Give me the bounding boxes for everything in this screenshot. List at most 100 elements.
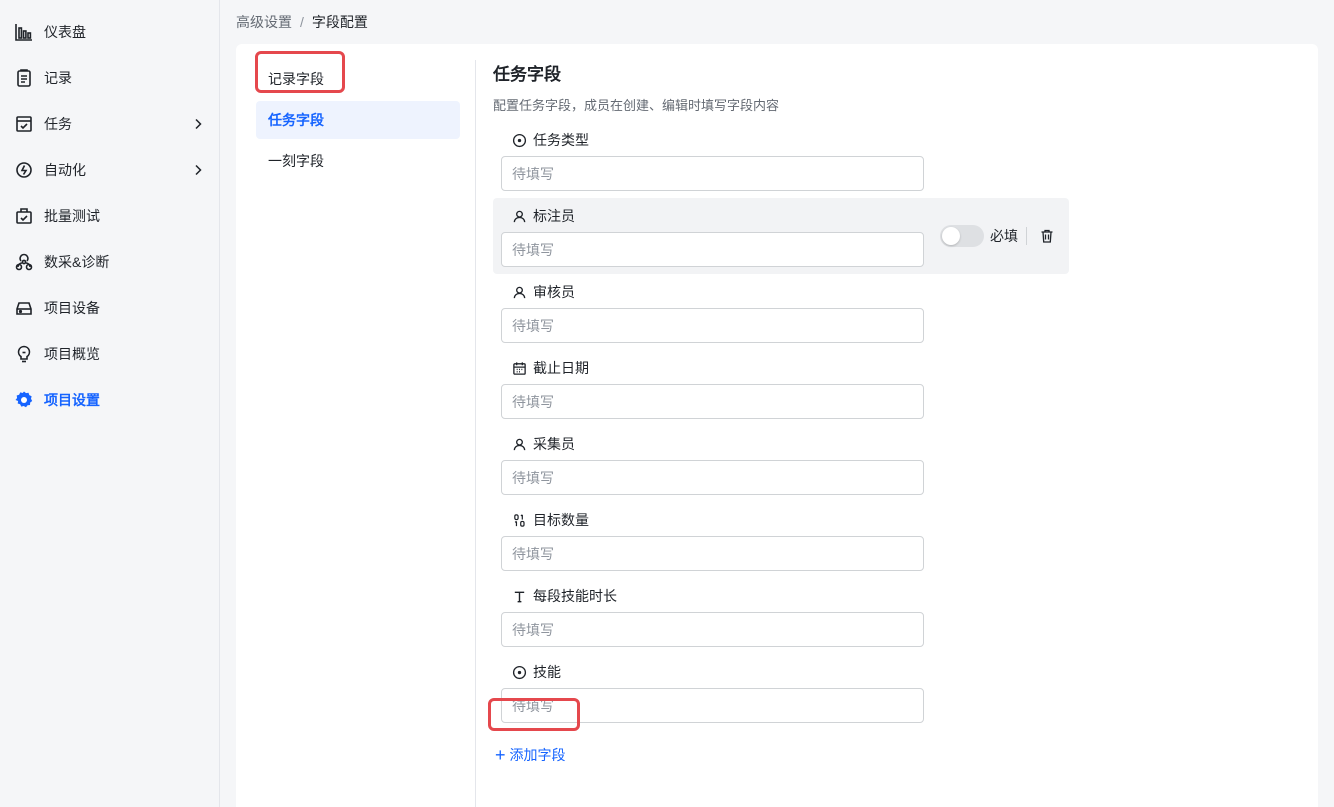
radio-icon — [511, 664, 527, 680]
main-area: 高级设置 / 字段配置 记录字段 任务字段 一刻字段 任务字段 配置任务字段，成员在… — [220, 0, 1334, 807]
field-input[interactable]: 待填写 — [501, 612, 924, 647]
sidebar-item-label: 项目概览 — [44, 346, 100, 362]
subnav-item-2[interactable]: 一刻字段 — [256, 142, 460, 180]
field-input[interactable]: 待填写 — [501, 688, 924, 723]
sidebar-item-label: 批量测试 — [44, 208, 100, 224]
breadcrumb-parent[interactable]: 高级设置 — [236, 12, 292, 32]
sidebar-item-label: 项目设置 — [44, 392, 100, 408]
required-toggle[interactable] — [940, 225, 984, 247]
field-input-placeholder: 待填写 — [512, 165, 554, 182]
field-input[interactable]: 待填写 — [501, 308, 924, 343]
page-title: 任务字段 — [493, 65, 561, 84]
radiation-icon — [14, 252, 34, 272]
field-label-text: 截止日期 — [533, 360, 589, 376]
sidebar-item-label: 数采&诊断 — [44, 254, 110, 270]
field-label-text: 采集员 — [533, 436, 575, 452]
field-label-text: 目标数量 — [533, 512, 589, 528]
field-label-text: 每段技能时长 — [533, 588, 617, 604]
field-input[interactable]: 待填写 — [501, 156, 924, 191]
field-label: 审核员 — [501, 280, 1061, 304]
sidebar-item-label: 任务 — [44, 116, 72, 132]
breadcrumb: 高级设置 / 字段配置 — [236, 0, 1318, 44]
field-type-nav: 记录字段 任务字段 一刻字段 — [256, 60, 476, 807]
field-label: 目标数量 — [501, 508, 1061, 532]
automation-icon — [14, 160, 34, 180]
field-input-placeholder: 待填写 — [512, 317, 554, 334]
bulb-icon — [14, 344, 34, 364]
batch-test-icon — [14, 206, 34, 226]
breadcrumb-current: 字段配置 — [311, 14, 368, 30]
radio-icon — [511, 132, 527, 148]
required-label: 必填 — [990, 228, 1018, 244]
add-field-button[interactable]: + 添加字段 — [493, 740, 1293, 770]
chart-bar-icon — [14, 22, 34, 42]
sidebar-item-label: 记录 — [44, 70, 72, 86]
field-label-text: 审核员 — [533, 284, 575, 300]
subnav-item-0[interactable]: 记录字段 — [256, 60, 460, 98]
field-input-placeholder: 待填写 — [512, 469, 554, 486]
field-input[interactable]: 待填写 — [501, 384, 924, 419]
sidebar-item-3[interactable]: 自动化 — [0, 150, 219, 190]
add-field-label: 添加字段 — [509, 747, 566, 763]
sidebar-item-5[interactable]: 数采&诊断 — [0, 242, 219, 282]
field-row[interactable]: 任务类型待填写 — [493, 122, 1069, 198]
sidebar-item-6[interactable]: 项目设备 — [0, 288, 219, 328]
sidebar-item-2[interactable]: 任务 — [0, 104, 219, 144]
task-box-icon — [14, 114, 34, 134]
toggle-knob — [942, 227, 960, 245]
field-input-placeholder: 待填写 — [512, 545, 554, 562]
field-label: 采集员 — [501, 432, 1061, 456]
sidebar-item-4[interactable]: 批量测试 — [0, 196, 219, 236]
field-label-text: 任务类型 — [533, 132, 589, 148]
text-icon — [511, 588, 527, 604]
field-row[interactable]: 截止日期待填写 — [493, 350, 1069, 426]
field-input[interactable]: 待填写 — [501, 460, 924, 495]
field-label: 技能 — [501, 660, 1061, 684]
sidebar-item-label: 项目设备 — [44, 300, 100, 316]
field-label: 截止日期 — [501, 356, 1061, 380]
sidebar-item-8[interactable]: 项目设置 — [0, 380, 219, 420]
field-list: 任务类型 待填写 标注员 待填写 必填 审核员 待填写 截止日期 待填写 采集员 待填写 目标数量 待填… — [493, 122, 1293, 730]
clipboard-icon — [14, 68, 34, 88]
field-input[interactable]: 待填写 — [501, 536, 924, 571]
field-row[interactable]: 目标数量待填写 — [493, 502, 1069, 578]
field-input-placeholder: 待填写 — [512, 621, 554, 638]
sidebar-item-0[interactable]: 仪表盘 — [0, 12, 219, 52]
field-input-placeholder: 待填写 — [512, 697, 554, 714]
field-config-panel: 任务字段 配置任务字段，成员在创建、编辑时填写字段内容 任务类型 待填写 标注员 待填… — [493, 60, 1293, 770]
app-root: 仪表盘记录任务自动化批量测试数采&诊断项目设备项目概览项目设置 高级设置 / 字… — [0, 0, 1334, 807]
gear-icon — [14, 390, 34, 410]
plus-icon: + — [495, 745, 506, 765]
chevron-right-icon[interactable] — [191, 163, 205, 177]
field-label-text: 标注员 — [533, 208, 575, 224]
chevron-right-icon[interactable] — [191, 117, 205, 131]
field-label: 每段技能时长 — [501, 584, 1061, 608]
settings-card: 记录字段 任务字段 一刻字段 任务字段 配置任务字段，成员在创建、编辑时填写字段内容… — [236, 44, 1318, 807]
field-input-placeholder: 待填写 — [512, 241, 554, 258]
sidebar-item-label: 自动化 — [44, 162, 86, 178]
action-divider — [1026, 227, 1027, 245]
sidebar-item-label: 仪表盘 — [44, 24, 86, 40]
sidebar-item-1[interactable]: 记录 — [0, 58, 219, 98]
sidebar: 仪表盘记录任务自动化批量测试数采&诊断项目设备项目概览项目设置 — [0, 0, 220, 807]
calendar-icon — [511, 360, 527, 376]
field-label: 任务类型 — [501, 128, 1061, 152]
user-icon — [511, 284, 527, 300]
field-row[interactable]: 标注员待填写 必填 — [493, 198, 1069, 274]
page-description: 配置任务字段，成员在创建、编辑时填写字段内容 — [493, 98, 780, 113]
device-icon — [14, 298, 34, 318]
field-label-text: 技能 — [533, 664, 561, 680]
sidebar-item-7[interactable]: 项目概览 — [0, 334, 219, 374]
field-input-placeholder: 待填写 — [512, 393, 554, 410]
field-row[interactable]: 技能待填写 — [493, 654, 1069, 730]
user-icon — [511, 436, 527, 452]
breadcrumb-separator: / — [300, 14, 304, 30]
field-row[interactable]: 每段技能时长待填写 — [493, 578, 1069, 654]
number-icon — [511, 512, 527, 528]
field-input[interactable]: 待填写 — [501, 232, 924, 267]
subnav-item-1[interactable]: 任务字段 — [256, 101, 460, 139]
trash-icon[interactable] — [1039, 228, 1055, 244]
field-row[interactable]: 审核员待填写 — [493, 274, 1069, 350]
user-icon — [511, 208, 527, 224]
field-row[interactable]: 采集员待填写 — [493, 426, 1069, 502]
